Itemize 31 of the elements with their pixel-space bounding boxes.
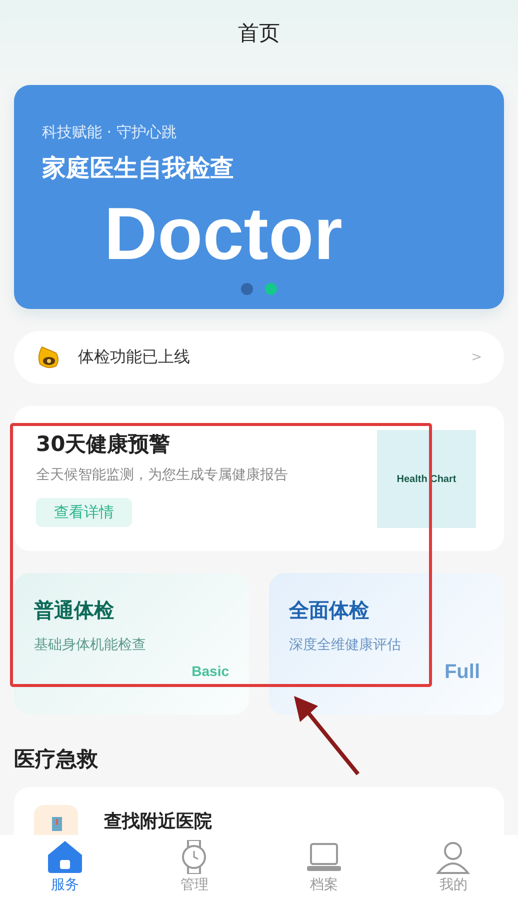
exam-tag: Full bbox=[444, 661, 480, 684]
exam-title: 普通体检 bbox=[34, 597, 115, 624]
notice-text: 体检功能已上线 bbox=[78, 346, 191, 368]
details-button[interactable]: 查看详情 bbox=[36, 498, 132, 528]
hospital-icon bbox=[34, 805, 78, 835]
user-icon bbox=[435, 840, 472, 874]
page-title: 首页 bbox=[238, 20, 280, 47]
tab[interactable]: 我的 bbox=[388, 835, 518, 899]
banner-title: 家庭医生自我检查 bbox=[42, 153, 235, 184]
banner-overlay-text: Doctor bbox=[104, 197, 342, 272]
exam-card[interactable]: 普通体检 基础身体机能检查 Basic bbox=[14, 573, 249, 715]
tab[interactable]: 档案 bbox=[259, 835, 388, 899]
list-item-title[interactable]: 查找附近医院 bbox=[104, 809, 212, 833]
laptop-icon bbox=[306, 840, 342, 874]
exam-tag: Basic bbox=[192, 663, 229, 679]
card-title: 30天健康预警 bbox=[36, 431, 172, 458]
carousel-dot[interactable] bbox=[265, 282, 277, 295]
banner[interactable]: 科技赋能 · 守护心跳 家庭医生自我检查 Doctor bbox=[14, 85, 504, 309]
banner-subtitle: 科技赋能 · 守护心跳 bbox=[42, 123, 178, 142]
chevron-icon: > bbox=[471, 350, 482, 365]
card-description: 全天候智能监测，为您生成专属健康报告 bbox=[36, 466, 289, 484]
exam-card[interactable]: 全面体检 深度全维健康评估 Full bbox=[269, 573, 504, 715]
tab[interactable]: 服务 bbox=[0, 835, 130, 899]
notice-bar[interactable]: 体检功能已上线 > bbox=[14, 330, 504, 384]
section-title: 医疗急救 bbox=[14, 747, 98, 771]
home-icon bbox=[46, 840, 83, 874]
tab[interactable]: 管理 bbox=[130, 835, 259, 899]
exam-title: 全面体检 bbox=[289, 597, 370, 624]
carousel-dot[interactable] bbox=[241, 282, 253, 295]
exam-description: 基础身体机能检查 bbox=[34, 636, 147, 654]
exam-description: 深度全维健康评估 bbox=[289, 636, 402, 654]
